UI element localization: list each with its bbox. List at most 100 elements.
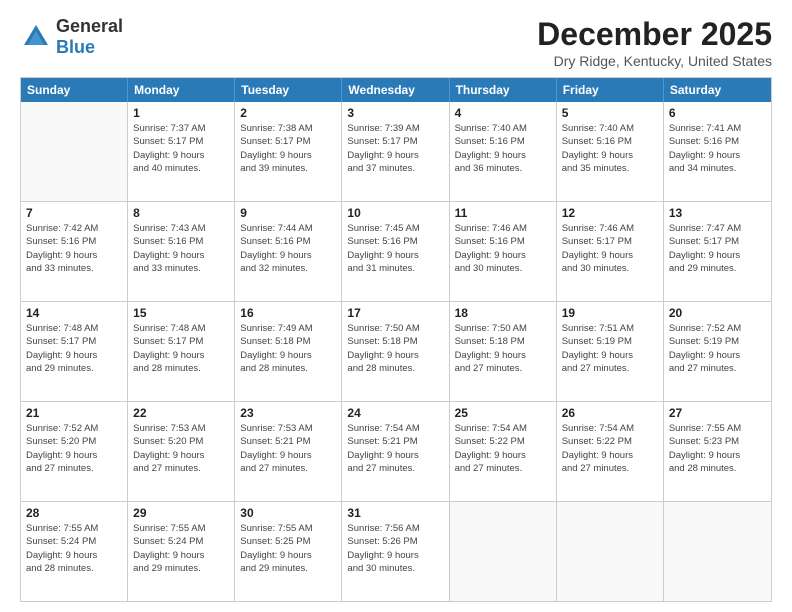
logo-blue: Blue bbox=[56, 37, 95, 57]
day-info: Sunrise: 7:54 AMSunset: 5:21 PMDaylight:… bbox=[347, 422, 443, 475]
week-row-1: 7 Sunrise: 7:42 AMSunset: 5:16 PMDaylight… bbox=[21, 202, 771, 302]
day-info: Sunrise: 7:49 AMSunset: 5:18 PMDaylight:… bbox=[240, 322, 336, 375]
page: General Blue December 2025 Dry Ridge, Ke… bbox=[0, 0, 792, 612]
day-cell: 12 Sunrise: 7:46 AMSunset: 5:17 PMDayligh… bbox=[557, 202, 664, 301]
day-info: Sunrise: 7:46 AMSunset: 5:17 PMDaylight:… bbox=[562, 222, 658, 275]
calendar-header: SundayMondayTuesdayWednesdayThursdayFrid… bbox=[21, 78, 771, 102]
day-cell: 14 Sunrise: 7:48 AMSunset: 5:17 PMDayligh… bbox=[21, 302, 128, 401]
day-cell: 2 Sunrise: 7:38 AMSunset: 5:17 PMDaylight… bbox=[235, 102, 342, 201]
day-info: Sunrise: 7:52 AMSunset: 5:19 PMDaylight:… bbox=[669, 322, 766, 375]
day-info: Sunrise: 7:50 AMSunset: 5:18 PMDaylight:… bbox=[455, 322, 551, 375]
day-number: 19 bbox=[562, 306, 658, 320]
day-cell: 27Sunrise: 7:55 AMSunset: 5:23 PMDayligh… bbox=[664, 402, 771, 501]
day-cell: 28 Sunrise: 7:55 AMSunset: 5:24 PMDayligh… bbox=[21, 502, 128, 601]
day-number: 22 bbox=[133, 406, 229, 420]
day-cell: 29 Sunrise: 7:55 AMSunset: 5:24 PMDayligh… bbox=[128, 502, 235, 601]
day-cell: 9Sunrise: 7:44 AMSunset: 5:16 PMDaylight… bbox=[235, 202, 342, 301]
day-info: Sunrise: 7:51 AMSunset: 5:19 PMDaylight:… bbox=[562, 322, 658, 375]
day-cell: 6 Sunrise: 7:41 AMSunset: 5:16 PMDaylight… bbox=[664, 102, 771, 201]
title-area: December 2025 Dry Ridge, Kentucky, Unite… bbox=[537, 16, 772, 69]
day-number: 4 bbox=[455, 106, 551, 120]
day-number: 18 bbox=[455, 306, 551, 320]
day-info: Sunrise: 7:46 AMSunset: 5:16 PMDaylight:… bbox=[455, 222, 551, 275]
header-day-tuesday: Tuesday bbox=[235, 78, 342, 102]
day-cell: 8 Sunrise: 7:43 AMSunset: 5:16 PMDaylight… bbox=[128, 202, 235, 301]
calendar-body: 1Sunrise: 7:37 AMSunset: 5:17 PMDaylight… bbox=[21, 102, 771, 601]
day-number: 13 bbox=[669, 206, 766, 220]
day-number: 14 bbox=[26, 306, 122, 320]
day-number: 29 bbox=[133, 506, 229, 520]
day-info: Sunrise: 7:48 AMSunset: 5:17 PMDaylight:… bbox=[26, 322, 122, 375]
calendar: SundayMondayTuesdayWednesdayThursdayFrid… bbox=[20, 77, 772, 602]
header-day-friday: Friday bbox=[557, 78, 664, 102]
day-number: 28 bbox=[26, 506, 122, 520]
day-cell bbox=[21, 102, 128, 201]
header: General Blue December 2025 Dry Ridge, Ke… bbox=[20, 16, 772, 69]
day-info: Sunrise: 7:52 AMSunset: 5:20 PMDaylight:… bbox=[26, 422, 122, 475]
day-number: 27 bbox=[669, 406, 766, 420]
logo-text: General Blue bbox=[56, 16, 123, 58]
day-cell: 1Sunrise: 7:37 AMSunset: 5:17 PMDaylight… bbox=[128, 102, 235, 201]
day-cell: 24 Sunrise: 7:54 AMSunset: 5:21 PMDayligh… bbox=[342, 402, 449, 501]
day-number: 31 bbox=[347, 506, 443, 520]
day-info: Sunrise: 7:53 AMSunset: 5:21 PMDaylight:… bbox=[240, 422, 336, 475]
day-cell: 25Sunrise: 7:54 AMSunset: 5:22 PMDayligh… bbox=[450, 402, 557, 501]
day-number: 9 bbox=[240, 206, 336, 220]
day-cell: 23 Sunrise: 7:53 AMSunset: 5:21 PMDayligh… bbox=[235, 402, 342, 501]
day-info: Sunrise: 7:48 AMSunset: 5:17 PMDaylight:… bbox=[133, 322, 229, 375]
day-info: Sunrise: 7:38 AMSunset: 5:17 PMDaylight:… bbox=[240, 122, 336, 175]
day-number: 7 bbox=[26, 206, 122, 220]
day-number: 2 bbox=[240, 106, 336, 120]
day-cell bbox=[450, 502, 557, 601]
day-cell bbox=[557, 502, 664, 601]
day-number: 15 bbox=[133, 306, 229, 320]
week-row-0: 1Sunrise: 7:37 AMSunset: 5:17 PMDaylight… bbox=[21, 102, 771, 202]
day-number: 17 bbox=[347, 306, 443, 320]
day-cell: 3 Sunrise: 7:39 AMSunset: 5:17 PMDaylight… bbox=[342, 102, 449, 201]
day-info: Sunrise: 7:55 AMSunset: 5:24 PMDaylight:… bbox=[133, 522, 229, 575]
header-day-wednesday: Wednesday bbox=[342, 78, 449, 102]
day-info: Sunrise: 7:43 AMSunset: 5:16 PMDaylight:… bbox=[133, 222, 229, 275]
day-cell: 17Sunrise: 7:50 AMSunset: 5:18 PMDayligh… bbox=[342, 302, 449, 401]
day-cell: 21 Sunrise: 7:52 AMSunset: 5:20 PMDayligh… bbox=[21, 402, 128, 501]
month-title: December 2025 bbox=[537, 16, 772, 53]
day-info: Sunrise: 7:39 AMSunset: 5:17 PMDaylight:… bbox=[347, 122, 443, 175]
day-cell: 10Sunrise: 7:45 AMSunset: 5:16 PMDayligh… bbox=[342, 202, 449, 301]
day-cell: 5Sunrise: 7:40 AMSunset: 5:16 PMDaylight… bbox=[557, 102, 664, 201]
day-info: Sunrise: 7:54 AMSunset: 5:22 PMDaylight:… bbox=[562, 422, 658, 475]
header-day-sunday: Sunday bbox=[21, 78, 128, 102]
day-info: Sunrise: 7:42 AMSunset: 5:16 PMDaylight:… bbox=[26, 222, 122, 275]
day-info: Sunrise: 7:55 AMSunset: 5:24 PMDaylight:… bbox=[26, 522, 122, 575]
day-info: Sunrise: 7:40 AMSunset: 5:16 PMDaylight:… bbox=[455, 122, 551, 175]
day-info: Sunrise: 7:41 AMSunset: 5:16 PMDaylight:… bbox=[669, 122, 766, 175]
week-row-4: 28 Sunrise: 7:55 AMSunset: 5:24 PMDayligh… bbox=[21, 502, 771, 601]
day-number: 21 bbox=[26, 406, 122, 420]
day-number: 12 bbox=[562, 206, 658, 220]
week-row-3: 21 Sunrise: 7:52 AMSunset: 5:20 PMDayligh… bbox=[21, 402, 771, 502]
day-info: Sunrise: 7:40 AMSunset: 5:16 PMDaylight:… bbox=[562, 122, 658, 175]
day-cell: 20Sunrise: 7:52 AMSunset: 5:19 PMDayligh… bbox=[664, 302, 771, 401]
logo: General Blue bbox=[20, 16, 123, 58]
day-number: 6 bbox=[669, 106, 766, 120]
day-info: Sunrise: 7:53 AMSunset: 5:20 PMDaylight:… bbox=[133, 422, 229, 475]
header-day-saturday: Saturday bbox=[664, 78, 771, 102]
day-number: 3 bbox=[347, 106, 443, 120]
day-number: 25 bbox=[455, 406, 551, 420]
day-cell: 7 Sunrise: 7:42 AMSunset: 5:16 PMDaylight… bbox=[21, 202, 128, 301]
day-cell: 16 Sunrise: 7:49 AMSunset: 5:18 PMDayligh… bbox=[235, 302, 342, 401]
day-number: 8 bbox=[133, 206, 229, 220]
week-row-2: 14 Sunrise: 7:48 AMSunset: 5:17 PMDayligh… bbox=[21, 302, 771, 402]
day-number: 11 bbox=[455, 206, 551, 220]
day-cell: 26Sunrise: 7:54 AMSunset: 5:22 PMDayligh… bbox=[557, 402, 664, 501]
day-number: 23 bbox=[240, 406, 336, 420]
day-number: 16 bbox=[240, 306, 336, 320]
day-number: 24 bbox=[347, 406, 443, 420]
day-cell: 4 Sunrise: 7:40 AMSunset: 5:16 PMDaylight… bbox=[450, 102, 557, 201]
logo-icon bbox=[20, 21, 52, 53]
day-info: Sunrise: 7:47 AMSunset: 5:17 PMDaylight:… bbox=[669, 222, 766, 275]
day-cell: 15 Sunrise: 7:48 AMSunset: 5:17 PMDayligh… bbox=[128, 302, 235, 401]
day-info: Sunrise: 7:56 AMSunset: 5:26 PMDaylight:… bbox=[347, 522, 443, 575]
day-info: Sunrise: 7:45 AMSunset: 5:16 PMDaylight:… bbox=[347, 222, 443, 275]
day-cell: 22 Sunrise: 7:53 AMSunset: 5:20 PMDayligh… bbox=[128, 402, 235, 501]
day-cell: 18 Sunrise: 7:50 AMSunset: 5:18 PMDayligh… bbox=[450, 302, 557, 401]
